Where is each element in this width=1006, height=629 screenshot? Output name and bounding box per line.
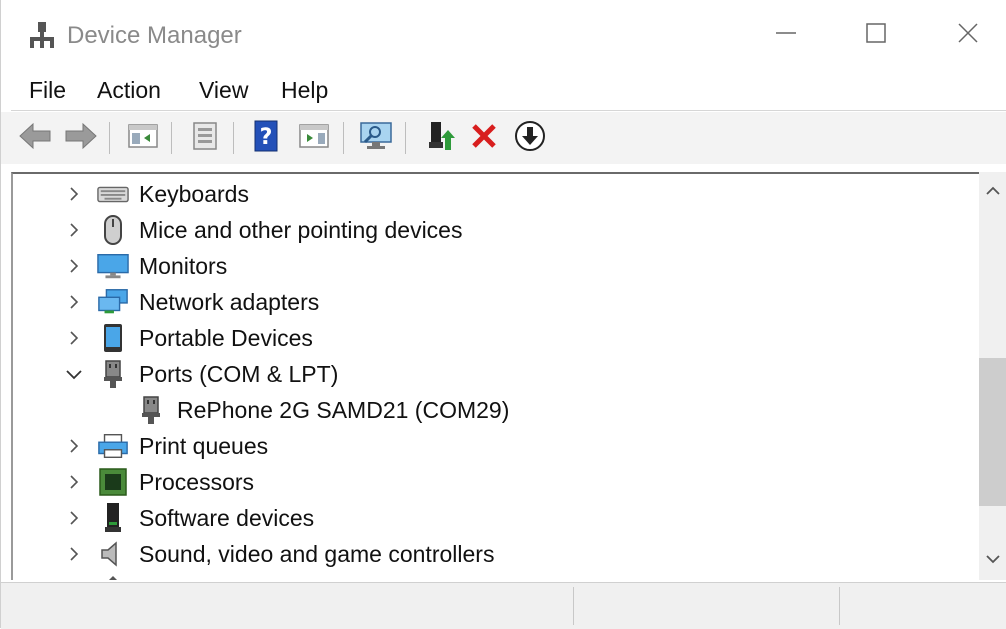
- tree-item-mice[interactable]: Mice and other pointing devices: [13, 212, 973, 248]
- status-bar: [1, 582, 1006, 629]
- tree-item-processors[interactable]: Processors: [13, 464, 973, 500]
- tree-item-label: Network adapters: [139, 289, 320, 315]
- show-hide-console-tree-icon: [127, 122, 159, 155]
- uninstall-device-button[interactable]: [465, 119, 503, 157]
- tree-item-rephone-port[interactable]: RePhone 2G SAMD21 (COM29): [13, 392, 973, 428]
- device-tree[interactable]: Keyboards Mice and other pointing device…: [11, 172, 979, 580]
- tree-item-label: Processors: [139, 469, 255, 495]
- chevron-right-icon[interactable]: [63, 291, 85, 313]
- chevron-up-icon: [986, 183, 1000, 201]
- software-device-icon: [97, 503, 129, 533]
- disable-device-icon: [514, 120, 546, 157]
- device-icon: [97, 575, 129, 580]
- update-driver-button[interactable]: [421, 119, 459, 157]
- menu-file[interactable]: File: [29, 74, 66, 106]
- menu-view[interactable]: View: [199, 74, 248, 106]
- toolbar-separator: [405, 122, 406, 154]
- toolbar-separator: [171, 122, 172, 154]
- chevron-right-icon[interactable]: [63, 183, 85, 205]
- status-cell: [11, 587, 574, 625]
- scroll-up-button[interactable]: [979, 172, 1006, 212]
- tree-item-print-queues[interactable]: Print queues: [13, 428, 973, 464]
- close-button[interactable]: [945, 12, 991, 58]
- forward-arrow-icon: [64, 121, 98, 156]
- mouse-icon: [97, 215, 129, 245]
- properties-icon: [190, 121, 220, 156]
- tree-item-ports[interactable]: Ports (COM & LPT): [13, 356, 973, 392]
- tree-item-sound[interactable]: Sound, video and game controllers: [13, 536, 973, 572]
- console-tree-button[interactable]: [124, 119, 162, 157]
- window-title: Device Manager: [67, 22, 242, 49]
- help-icon: ?: [253, 120, 279, 157]
- chevron-right-icon[interactable]: [63, 543, 85, 565]
- uninstall-device-icon: [470, 122, 498, 155]
- menu-action[interactable]: Action: [97, 74, 161, 106]
- tree-item-partial: [13, 572, 973, 580]
- disable-device-button[interactable]: [511, 119, 549, 157]
- printer-icon: [97, 431, 129, 461]
- close-icon: [956, 21, 980, 50]
- tree-item-label: Monitors: [139, 253, 228, 279]
- tree-item-label: Ports (COM & LPT): [139, 361, 339, 387]
- back-button[interactable]: [16, 119, 54, 157]
- tree-item-portable-devices[interactable]: Portable Devices: [13, 320, 973, 356]
- chevron-right-icon[interactable]: [63, 327, 85, 349]
- chevron-right-icon[interactable]: [63, 471, 85, 493]
- processor-icon: [97, 467, 129, 497]
- menu-divider: [11, 110, 1006, 111]
- action-pane-button[interactable]: [295, 119, 333, 157]
- tree-item-label: RePhone 2G SAMD21 (COM29): [177, 397, 510, 423]
- chevron-right-icon[interactable]: [63, 255, 85, 277]
- scan-hardware-changes-icon: [359, 120, 393, 157]
- menu-help[interactable]: Help: [281, 74, 328, 106]
- speaker-icon: [97, 539, 129, 569]
- forward-button[interactable]: [62, 119, 100, 157]
- properties-button[interactable]: [186, 119, 224, 157]
- vertical-scrollbar[interactable]: [979, 172, 1006, 580]
- tree-item-label: Print queues: [139, 433, 269, 459]
- menu-bar: File Action View Help: [1, 70, 1006, 110]
- minimize-icon: [774, 21, 798, 50]
- port-icon: [135, 395, 167, 425]
- back-arrow-icon: [18, 121, 52, 156]
- tree-item-label: Software devices: [139, 505, 315, 531]
- scrollbar-thumb[interactable]: [979, 358, 1006, 506]
- status-cell: [575, 587, 840, 625]
- network-adapter-icon: [97, 287, 129, 317]
- monitor-icon: [97, 251, 129, 281]
- chevron-right-icon[interactable]: [63, 219, 85, 241]
- maximize-button[interactable]: [853, 12, 899, 58]
- chevron-down-icon: [986, 551, 1000, 569]
- port-icon: [97, 359, 129, 389]
- tree-item-network-adapters[interactable]: Network adapters: [13, 284, 973, 320]
- portable-device-icon: [97, 323, 129, 353]
- toolbar-separator: [233, 122, 234, 154]
- tree-item-label: Keyboards: [139, 181, 249, 207]
- help-button[interactable]: ?: [247, 119, 285, 157]
- chevron-right-icon[interactable]: [63, 435, 85, 457]
- device-manager-icon: [27, 20, 57, 50]
- tree-item-software-devices[interactable]: Software devices: [13, 500, 973, 536]
- minimize-button[interactable]: [763, 12, 809, 58]
- scan-hardware-button[interactable]: [357, 119, 395, 157]
- toolbar-separator: [343, 122, 344, 154]
- title-bar: Device Manager: [1, 0, 1006, 68]
- show-action-pane-icon: [298, 122, 330, 155]
- scroll-down-button[interactable]: [979, 540, 1006, 580]
- tree-item-label: Sound, video and game controllers: [139, 541, 495, 567]
- chevron-down-icon[interactable]: [63, 363, 85, 385]
- chevron-right-icon[interactable]: [63, 507, 85, 529]
- svg-text:?: ?: [260, 125, 273, 150]
- toolbar-separator: [109, 122, 110, 154]
- tree-item-keyboards[interactable]: Keyboards: [13, 176, 973, 212]
- toolbar: ?: [1, 112, 1006, 164]
- tree-item-label: Mice and other pointing devices: [139, 217, 463, 243]
- keyboard-icon: [97, 179, 129, 209]
- update-driver-icon: [425, 120, 455, 157]
- device-manager-window: Device Manager File Action View Help ? K…: [0, 0, 1006, 629]
- tree-item-monitors[interactable]: Monitors: [13, 248, 973, 284]
- tree-item-label: Portable Devices: [139, 325, 313, 351]
- maximize-icon: [864, 21, 888, 50]
